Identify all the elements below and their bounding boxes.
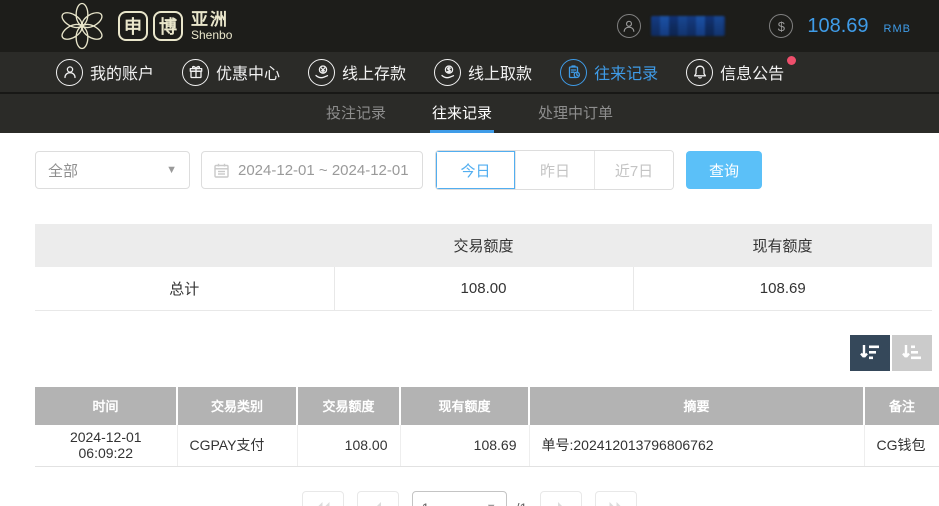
- summary-header-row: 交易额度 现有额度: [35, 224, 932, 267]
- first-page-button[interactable]: [302, 491, 344, 506]
- transactions-table: 时间 交易类别 交易额度 现有额度 摘要 备注 2024-12-01 06:09…: [35, 387, 939, 468]
- user-icon: [56, 59, 83, 86]
- summary-header-transaction: 交易额度: [334, 224, 633, 267]
- balance-dollar-icon: $: [769, 14, 793, 38]
- nav-item-withdraw[interactable]: 线上取款: [434, 59, 532, 86]
- flower-logo-icon: [52, 1, 112, 51]
- nav-item-transactions[interactable]: 往来记录: [560, 59, 658, 86]
- nav-label: 我的账户: [90, 60, 154, 84]
- brand-region: 亚洲: [191, 11, 232, 29]
- page-total: /1: [516, 500, 528, 506]
- summary-balance-total: 108.69: [633, 267, 932, 310]
- page-select-value: 1: [422, 500, 430, 506]
- deposit-icon: [308, 59, 335, 86]
- cell-amount: 108.00: [297, 425, 400, 467]
- chevron-down-icon: ▼: [486, 502, 497, 506]
- balance-amount[interactable]: 108.69: [807, 15, 868, 38]
- filter-bar: 全部 ▼ 2024-12-01 ~ 2024-12-01 今日 昨日 近7日 查…: [35, 150, 939, 190]
- type-select[interactable]: 全部 ▼: [35, 151, 190, 189]
- sort-controls: [0, 335, 932, 371]
- summary-table: 交易额度 现有额度 总计 108.00 108.69: [35, 224, 932, 311]
- bell-icon: [686, 59, 713, 86]
- tab-pending-orders[interactable]: 处理中订单: [536, 94, 615, 133]
- page-select[interactable]: 1 ▼: [412, 491, 507, 506]
- quick-today-button[interactable]: 今日: [436, 151, 515, 189]
- records-icon: [560, 59, 587, 86]
- notification-dot: [787, 56, 796, 65]
- brand-logo[interactable]: 申 博 亚洲 Shenbo: [52, 1, 232, 51]
- nav-item-promotions[interactable]: 优惠中心: [182, 59, 280, 86]
- cell-balance: 108.69: [400, 425, 529, 467]
- brand-char-2: 博: [153, 11, 183, 41]
- date-range-value: 2024-12-01 ~ 2024-12-01: [238, 162, 409, 179]
- nav-label: 线上存款: [342, 60, 406, 84]
- prev-page-button[interactable]: [357, 491, 399, 506]
- tab-bet-records[interactable]: 投注记录: [324, 94, 388, 133]
- summary-total-row: 总计 108.00 108.69: [35, 267, 932, 310]
- type-select-value: 全部: [48, 160, 78, 181]
- balance-currency: RMB: [884, 17, 911, 35]
- top-bar: 申 博 亚洲 Shenbo $ 108.69 RMB: [0, 0, 939, 52]
- double-right-arrow-icon: [608, 502, 624, 506]
- tab-transaction-records[interactable]: 往来记录: [430, 94, 494, 133]
- col-remark: 备注: [864, 387, 939, 425]
- col-time: 时间: [35, 387, 177, 425]
- pagination: 1 ▼ /1: [0, 491, 939, 506]
- nav-item-announcements[interactable]: 信息公告: [686, 59, 784, 86]
- withdraw-icon: [434, 59, 461, 86]
- right-arrow-icon: [553, 502, 569, 506]
- main-nav: 我的账户 优惠中心 线上存款 线上取款 往来记录: [0, 52, 939, 92]
- col-amount: 交易额度: [297, 387, 400, 425]
- brand-subtitle: Shenbo: [191, 29, 232, 42]
- summary-total-label: 总计: [35, 267, 334, 310]
- table-header-row: 时间 交易类别 交易额度 现有额度 摘要 备注: [35, 387, 939, 425]
- table-row: 2024-12-01 06:09:22 CGPAY支付 108.00 108.6…: [35, 425, 939, 467]
- quick-yesterday-button[interactable]: 昨日: [515, 151, 594, 189]
- gift-icon: [182, 59, 209, 86]
- user-avatar-icon[interactable]: [617, 14, 641, 38]
- summary-transaction-total: 108.00: [334, 267, 633, 310]
- last-page-button[interactable]: [595, 491, 637, 506]
- sub-nav: 投注记录 往来记录 处理中订单: [0, 92, 939, 133]
- summary-header-empty: [35, 224, 334, 267]
- content-area: 全部 ▼ 2024-12-01 ~ 2024-12-01 今日 昨日 近7日 查…: [0, 133, 939, 506]
- left-arrow-icon: [370, 502, 386, 506]
- double-left-arrow-icon: [315, 502, 331, 506]
- cell-summary: 单号:202412013796806762: [529, 425, 864, 467]
- sort-asc-icon: [901, 343, 923, 363]
- sort-descending-button[interactable]: [850, 335, 890, 371]
- quick-last7days-button[interactable]: 近7日: [594, 151, 673, 189]
- nav-item-deposit[interactable]: 线上存款: [308, 59, 406, 86]
- username-redacted: [651, 16, 725, 36]
- cell-type: CGPAY支付: [177, 425, 297, 467]
- chevron-down-icon: ▼: [166, 164, 177, 176]
- nav-label: 线上取款: [468, 60, 532, 84]
- calendar-icon: [213, 162, 230, 179]
- col-balance: 现有额度: [400, 387, 529, 425]
- quick-range-group: 今日 昨日 近7日: [435, 150, 674, 190]
- sort-ascending-button[interactable]: [892, 335, 932, 371]
- sort-desc-icon: [859, 343, 881, 363]
- summary-header-balance: 现有额度: [633, 224, 932, 267]
- brand-char-1: 申: [118, 11, 148, 41]
- col-summary: 摘要: [529, 387, 864, 425]
- app-window: 申 博 亚洲 Shenbo $ 108.69 RMB 我的账户: [0, 0, 939, 506]
- search-button[interactable]: 查询: [686, 151, 762, 189]
- nav-label: 信息公告: [720, 60, 784, 84]
- col-type: 交易类别: [177, 387, 297, 425]
- cell-time: 2024-12-01 06:09:22: [35, 425, 177, 467]
- nav-label: 优惠中心: [216, 60, 280, 84]
- cell-remark: CG钱包: [864, 425, 939, 467]
- nav-item-my-account[interactable]: 我的账户: [56, 59, 154, 86]
- next-page-button[interactable]: [540, 491, 582, 506]
- nav-label: 往来记录: [594, 60, 658, 84]
- date-range-input[interactable]: 2024-12-01 ~ 2024-12-01: [201, 151, 423, 189]
